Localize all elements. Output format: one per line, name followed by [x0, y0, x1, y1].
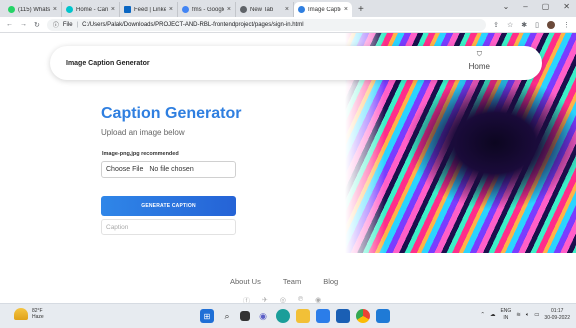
- web-page: Image Caption Generator ⛉ Home Caption G…: [0, 33, 576, 303]
- footer-link-blog[interactable]: Blog: [323, 277, 338, 286]
- shield-icon: ⛉: [476, 51, 482, 58]
- extensions-icon[interactable]: ✱: [521, 21, 527, 29]
- url-protocol: File: [62, 21, 73, 28]
- url-separator: |: [76, 21, 79, 28]
- browser-tab[interactable]: (115) WhatsApp ×: [4, 2, 62, 17]
- maximize-icon[interactable]: ▢: [542, 2, 550, 11]
- battery-icon[interactable]: ▭: [534, 312, 539, 318]
- url-text: C:/Users/Palak/Downloads/PROJECT-AND-RBL…: [82, 21, 304, 28]
- twitter-icon[interactable]: ✈: [262, 296, 268, 303]
- close-icon[interactable]: ×: [169, 6, 173, 13]
- whatsapp-icon: [8, 6, 15, 13]
- social-icons: ⓕ ✈ ◎ ℗ ◉: [243, 296, 321, 303]
- address-bar: ← → ↻ ⓘ File | C:/Users/Palak/Downloads/…: [0, 17, 576, 33]
- toolbar-actions: ⇪ ☆ ✱ ▯ ⋮: [493, 20, 570, 29]
- edge-icon[interactable]: [276, 309, 290, 323]
- minimize-icon[interactable]: –: [523, 2, 527, 11]
- wifi-icon[interactable]: ≋: [516, 312, 521, 318]
- window-controls: ⌄ – ▢ ✕: [503, 2, 570, 11]
- lang-bottom: IN: [503, 315, 509, 321]
- url-field[interactable]: ⓘ File | C:/Users/Palak/Downloads/PROJEC…: [46, 18, 487, 31]
- page-icon: [298, 6, 305, 13]
- linkedin-icon: [124, 6, 131, 13]
- clock-time: 01:17: [550, 308, 564, 314]
- close-icon[interactable]: ×: [344, 6, 348, 13]
- file-explorer-icon[interactable]: [296, 309, 310, 323]
- generate-caption-button[interactable]: GENERATE CAPTION: [101, 196, 236, 216]
- lang-top: ENG: [500, 308, 512, 314]
- chat-icon[interactable]: ◉: [256, 309, 270, 323]
- caption-field[interactable]: [101, 219, 236, 235]
- brand-title[interactable]: Image Caption Generator: [66, 60, 150, 67]
- clock-date: 30-09-2022: [544, 315, 570, 321]
- close-icon[interactable]: ×: [111, 6, 115, 13]
- search-icon[interactable]: ⌕: [220, 309, 234, 323]
- footer-link-about[interactable]: About Us: [230, 277, 261, 286]
- weather-desc: Haze: [32, 314, 44, 320]
- close-icon[interactable]: ×: [285, 6, 289, 13]
- tab-label: New Tab: [250, 6, 274, 13]
- pinterest-icon[interactable]: ℗: [298, 296, 303, 303]
- system-tray: ⌃ ☁ ENG IN ≋ 🔈︎ ▭ 01:17 30-09-2022: [480, 308, 570, 322]
- browser-tab-strip: (115) WhatsApp × Home - Canva × Feed | L…: [0, 0, 576, 17]
- info-icon[interactable]: ⓘ: [53, 20, 59, 29]
- menu-icon[interactable]: ⋮: [563, 21, 570, 29]
- canva-icon: [66, 6, 73, 13]
- task-view-icon[interactable]: [240, 311, 250, 321]
- share-icon[interactable]: ⇪: [493, 21, 499, 29]
- chrome-taskbar-icon[interactable]: [356, 309, 370, 323]
- back-icon[interactable]: ←: [6, 21, 13, 28]
- star-icon[interactable]: ☆: [507, 21, 513, 29]
- weather-widget[interactable]: 82°F Haze: [14, 308, 44, 320]
- chrome-icon: [240, 6, 247, 13]
- github-icon[interactable]: ◉: [315, 296, 321, 303]
- footer-links: About Us Team Blog: [230, 277, 338, 286]
- cloud-icon[interactable]: ☁: [490, 312, 496, 318]
- file-input[interactable]: Choose File No file chosen: [101, 161, 236, 178]
- page-subtitle: Upload an image below: [101, 128, 185, 137]
- mail-icon[interactable]: [336, 309, 350, 323]
- reload-icon[interactable]: ↻: [34, 21, 40, 29]
- taskbar-apps: ⊞ ⌕ ◉: [200, 309, 390, 323]
- browser-tab[interactable]: Feed | LinkedIn ×: [120, 2, 178, 17]
- close-window-icon[interactable]: ✕: [563, 2, 570, 11]
- nav-home-link[interactable]: ⛉ Home: [469, 51, 490, 71]
- chevron-down-icon[interactable]: ⌄: [503, 2, 510, 11]
- footer-link-team[interactable]: Team: [283, 277, 301, 286]
- close-icon[interactable]: ×: [227, 6, 231, 13]
- choose-file-button[interactable]: Choose File: [106, 164, 143, 175]
- haze-icon: [14, 308, 28, 320]
- file-format-hint: Image-png,jpg recommended: [102, 151, 179, 157]
- chevron-up-icon[interactable]: ⌃: [480, 312, 485, 318]
- vscode-icon[interactable]: [376, 309, 390, 323]
- page-title: Caption Generator: [101, 105, 242, 122]
- tab-label: fms - Google Sear: [192, 6, 224, 13]
- tab-label: Image Caption Ge: [308, 6, 341, 13]
- new-tab-button[interactable]: +: [358, 2, 364, 17]
- store-icon[interactable]: [316, 309, 330, 323]
- windows-start-icon[interactable]: ⊞: [200, 309, 214, 323]
- browser-tab[interactable]: Home - Canva ×: [62, 2, 120, 17]
- browser-tab[interactable]: New Tab ×: [236, 2, 294, 17]
- nav-home-label: Home: [468, 62, 490, 71]
- clock[interactable]: 01:17 30-09-2022: [544, 308, 570, 322]
- browser-tab[interactable]: fms - Google Sear ×: [178, 2, 236, 17]
- instagram-icon[interactable]: ◎: [280, 296, 286, 303]
- avatar[interactable]: [547, 20, 555, 29]
- taskbar: 82°F Haze ⊞ ⌕ ◉ ⌃ ☁ ENG IN ≋ 🔈︎ ▭ 01:17 …: [0, 303, 576, 328]
- browser-tab-active[interactable]: Image Caption Ge ×: [294, 2, 352, 17]
- top-navbar: Image Caption Generator ⛉ Home: [50, 46, 542, 80]
- language-indicator[interactable]: ENG IN: [500, 308, 511, 322]
- volume-icon[interactable]: 🔈︎: [526, 312, 529, 319]
- forward-icon[interactable]: →: [20, 21, 27, 28]
- facebook-icon[interactable]: ⓕ: [243, 296, 250, 303]
- weather-text: 82°F Haze: [32, 308, 44, 320]
- tab-label: Home - Canva: [76, 6, 108, 13]
- file-status: No file chosen: [149, 166, 194, 173]
- tab-label: Feed | LinkedIn: [134, 6, 166, 13]
- sidebar-icon[interactable]: ▯: [535, 21, 539, 29]
- tab-label: (115) WhatsApp: [18, 6, 50, 13]
- google-icon: [182, 6, 189, 13]
- close-icon[interactable]: ×: [53, 6, 57, 13]
